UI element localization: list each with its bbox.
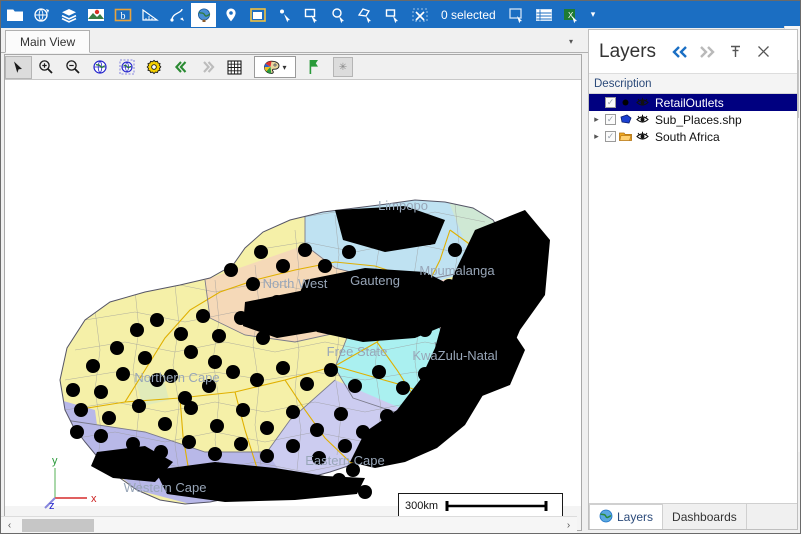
pin-marker-icon[interactable]	[218, 3, 243, 27]
tab-overflow-caret[interactable]: ▾	[564, 35, 578, 47]
layer-checkbox-sub-places[interactable]: ✓	[605, 114, 616, 125]
bookmark-flag-icon[interactable]	[300, 56, 327, 79]
select-circle-icon[interactable]	[326, 3, 351, 27]
south-africa-map: Limpopo Gauteng Mpumalanga North West Fr…	[5, 80, 581, 506]
expand-right-button[interactable]	[694, 40, 720, 64]
map-image-icon[interactable]	[83, 3, 108, 27]
color-palette-icon[interactable]: ▾	[254, 56, 296, 78]
tree-leaf-icon	[591, 97, 602, 108]
scroll-right-button[interactable]: ›	[560, 517, 577, 533]
visibility-eye-icon-south-africa[interactable]	[635, 130, 649, 143]
toolbar-overflow-caret[interactable]: ▾	[585, 9, 602, 20]
label-northern-cape: Northern Cape	[134, 370, 219, 385]
layers-panel-footer-tabs: Layers Dashboards	[589, 503, 797, 529]
label-north-west: North West	[263, 276, 328, 291]
visibility-eye-icon-retailoutlets[interactable]	[635, 96, 649, 109]
horizontal-scroll-track[interactable]	[18, 517, 560, 533]
tab-main-view[interactable]: Main View	[5, 30, 91, 53]
axis-y-label: y	[52, 455, 58, 467]
layers-panel: Layers Description ✓ RetailOutlets ▸ ✓ S…	[588, 29, 798, 530]
select-polygon-icon[interactable]	[353, 3, 378, 27]
open-folder-icon[interactable]	[2, 3, 27, 27]
layers-stack-icon[interactable]	[56, 3, 81, 27]
selection-status-label: 0 selected	[441, 7, 496, 22]
select-rectangle-icon[interactable]	[299, 3, 324, 27]
zoom-previous-extent-icon[interactable]	[113, 56, 140, 79]
tab-dashboards[interactable]: Dashboards	[663, 504, 747, 529]
zoom-out-icon[interactable]	[59, 56, 86, 79]
layer-row-south-africa[interactable]: ▸ ✓ South Africa	[589, 128, 797, 145]
folder-group-icon	[619, 130, 632, 143]
label-gauteng: Gauteng	[350, 273, 400, 288]
palette-dropdown-caret[interactable]: ▾	[282, 63, 286, 72]
tab-main-view-label: Main View	[20, 34, 76, 49]
label-limpopo: Limpopo	[378, 198, 428, 213]
tab-layers-label: Layers	[617, 510, 654, 524]
previous-extent-icon[interactable]	[167, 56, 194, 79]
tab-dashboards-label: Dashboards	[672, 509, 737, 524]
axis-z-label: z	[49, 500, 55, 510]
scale-bar-graphic	[445, 500, 548, 511]
layer-name-retailoutlets: RetailOutlets	[655, 95, 724, 110]
clear-selection-icon[interactable]	[407, 3, 432, 27]
map-horizontal-scrollbar[interactable]: ‹ ›	[1, 516, 577, 533]
favorite-star-icon[interactable]: ✳	[333, 57, 353, 77]
layer-name-south-africa: South Africa	[655, 129, 720, 144]
layers-column-header-label: Description	[594, 77, 652, 90]
export-excel-icon[interactable]: X	[559, 3, 584, 27]
globe-icon	[599, 509, 613, 526]
measure-icon[interactable]	[137, 3, 162, 27]
zoom-to-selection-icon[interactable]	[505, 3, 530, 27]
layer-checkbox-retailoutlets[interactable]: ✓	[605, 97, 616, 108]
scale-bar-label: 300km	[405, 499, 439, 512]
pan-select-arrow-icon[interactable]	[5, 55, 32, 79]
attribute-table-icon[interactable]	[532, 3, 557, 27]
select-point-icon[interactable]	[272, 3, 297, 27]
layer-row-retailoutlets[interactable]: ✓ RetailOutlets	[589, 94, 797, 111]
layers-tree: ✓ RetailOutlets ▸ ✓ Sub_Places.shp ▸ ✓ S…	[589, 94, 797, 145]
label-free-state: Free State	[327, 344, 388, 359]
zoom-full-extent-icon[interactable]	[86, 56, 113, 79]
visibility-eye-icon-sub-places[interactable]	[635, 113, 649, 126]
tab-layers[interactable]: Layers	[589, 504, 664, 529]
polygon-symbol-icon	[619, 113, 632, 126]
layout-view-icon[interactable]	[245, 3, 270, 27]
label-mpumalanga: Mpumalanga	[419, 263, 495, 278]
label-eastern-cape: Eastern Cape	[305, 453, 385, 468]
scale-bar: 300km	[398, 493, 563, 518]
layers-column-header: Description	[589, 74, 797, 94]
map-layers: Limpopo Gauteng Mpumalanga North West Fr…	[5, 80, 581, 506]
select-line-icon[interactable]	[380, 3, 405, 27]
layers-panel-title: Layers	[599, 40, 657, 62]
expand-arrow-icon-south-africa[interactable]: ▸	[591, 131, 602, 142]
globe-explore-icon[interactable]	[191, 2, 216, 27]
label-kwazulu-natal: KwaZulu-Natal	[412, 348, 497, 363]
map-canvas[interactable]: Limpopo Gauteng Mpumalanga North West Fr…	[5, 80, 581, 506]
network-trace-icon[interactable]	[164, 3, 189, 27]
horizontal-scroll-thumb[interactable]	[22, 519, 94, 532]
zoom-in-icon[interactable]	[32, 56, 59, 79]
map-toolbar: ▾ ✳	[5, 55, 581, 80]
expand-arrow-icon-sub-places[interactable]: ▸	[591, 114, 602, 125]
select-by-attribute-icon[interactable]: b	[110, 3, 135, 27]
layers-panel-header: Layers	[589, 30, 797, 74]
layer-name-sub-places: Sub_Places.shp	[655, 112, 742, 127]
close-panel-button[interactable]	[750, 40, 776, 64]
grid-graticule-icon[interactable]	[221, 56, 248, 79]
collapse-left-button[interactable]	[666, 40, 692, 64]
next-extent-icon[interactable]	[194, 56, 221, 79]
layer-row-sub-places[interactable]: ▸ ✓ Sub_Places.shp	[589, 111, 797, 128]
palette-globe-icon[interactable]	[29, 3, 54, 27]
label-western-cape: Western Cape	[124, 480, 207, 495]
main-toolbar: b 0 selected X ▾	[1, 1, 800, 28]
scroll-left-button[interactable]: ‹	[1, 517, 18, 533]
point-symbol-icon	[619, 96, 632, 109]
svg-text:b: b	[120, 11, 125, 22]
axis-orientation-indicator: y x z	[33, 448, 103, 512]
map-settings-gear-icon[interactable]	[140, 56, 167, 79]
layer-checkbox-south-africa[interactable]: ✓	[605, 131, 616, 142]
map-view-panel: ▾ ✳ Limpopo Gauteng Mpumalanga North Wes…	[4, 54, 582, 531]
axis-x-label: x	[91, 493, 97, 505]
pin-panel-button[interactable]	[722, 40, 748, 64]
